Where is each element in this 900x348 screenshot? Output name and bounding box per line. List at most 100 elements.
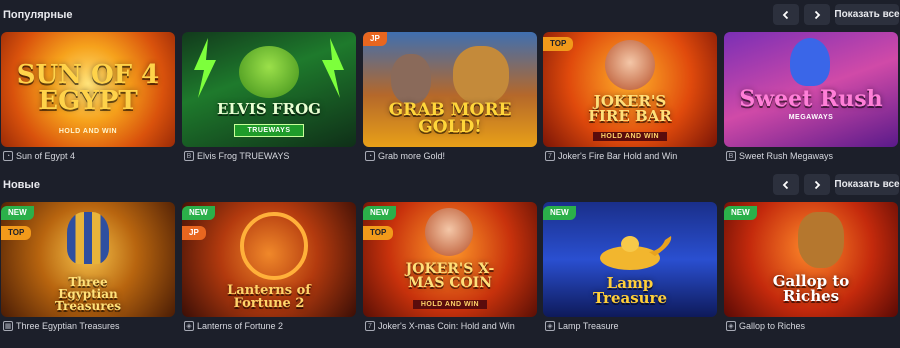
game-title: Three Egyptian Treasures (16, 321, 120, 331)
magic-lamp-icon (600, 236, 672, 270)
donkey-character (391, 54, 431, 104)
top-badge: TOP (363, 226, 394, 240)
game-card[interactable]: NEW JP Lanterns of Fortune 2 ◈ Lanterns o… (182, 202, 356, 335)
new-badge: NEW (363, 206, 396, 220)
chevron-left-icon (782, 10, 789, 19)
thumbnail-title: Three Egyptian Treasures (55, 275, 121, 313)
thumbnail-title: Sweet Rush (739, 86, 883, 112)
game-card[interactable]: Sweet Rush MEGAWAYS B Sweet Rush Megaways (724, 32, 898, 165)
thumbnail-title: Gallop to Riches (772, 272, 850, 305)
provider-icon: ▦ (3, 321, 13, 331)
game-title: Grab more Gold! (378, 151, 446, 161)
thumbnail-title: SUN OF 4 EGYPT (16, 60, 160, 116)
thumbnail-subtitle: HOLD AND WIN (413, 300, 487, 309)
game-title: Lanterns of Fortune 2 (197, 321, 284, 331)
game-thumbnail[interactable]: Three Egyptian Treasures ELVIS FROG TRUE… (182, 32, 356, 147)
game-caption[interactable]: ◈ Gallop to Riches (726, 321, 805, 331)
game-caption[interactable]: ◈ Lamp Treasure (545, 321, 619, 331)
joker-character (425, 208, 473, 256)
chevron-right-icon (814, 180, 821, 189)
game-thumbnail[interactable]: Sweet Rush MEGAWAYS (724, 32, 898, 147)
next-button[interactable] (804, 174, 830, 195)
top-badge: TOP (1, 226, 32, 240)
new-section: Новые Показать все NEW TOP Three Egyptia… (0, 170, 900, 348)
dragon-ornament (240, 212, 308, 280)
game-thumbnail[interactable]: NEW JP Lanterns of Fortune 2 (182, 202, 356, 317)
provider-icon: 7 (545, 151, 555, 161)
game-caption[interactable]: 7 Joker's X-mas Coin: Hold and Win (365, 321, 515, 331)
game-caption[interactable]: ◔ Grab more Gold! (365, 151, 445, 161)
lightning-icon (322, 38, 344, 98)
game-thumbnail[interactable]: NEW Gallop to Riches (724, 202, 898, 317)
provider-icon: 7 (365, 321, 375, 331)
game-thumbnail[interactable]: NEW Lamp Treasure (543, 202, 717, 317)
show-all-button[interactable]: Показать все (834, 4, 900, 25)
top-badge: TOP (543, 37, 574, 51)
new-badge: NEW (543, 206, 576, 220)
game-title: Joker's X-mas Coin: Hold and Win (378, 321, 515, 331)
game-caption[interactable]: B Sweet Rush Megaways (726, 151, 833, 161)
game-caption[interactable]: B Elvis Frog TRUEWAYS (184, 151, 289, 161)
thumbnail-title: Lamp Treasure (592, 274, 668, 307)
game-title: Sweet Rush Megaways (739, 151, 834, 161)
joker-character (605, 40, 655, 90)
thumbnail-title: JOKER'S FIRE BAR (588, 92, 672, 125)
game-card[interactable]: NEW Lamp Treasure ◈ Lamp Treasure (543, 202, 717, 335)
game-caption[interactable]: 7 Joker's Fire Bar Hold and Win (545, 151, 677, 161)
jackpot-badge: JP (363, 32, 387, 46)
section-title: Популярные (3, 9, 73, 21)
provider-icon: ◔ (3, 151, 13, 161)
popular-section: Популярные Показать все SUN OF 4 EGYPT H… (0, 0, 900, 170)
game-caption[interactable]: ▦ Three Egyptian Treasures (3, 321, 120, 331)
game-card[interactable]: Three Egyptian Treasures ELVIS FROG TRUE… (182, 32, 356, 165)
provider-icon: ◔ (365, 151, 375, 161)
game-card[interactable]: JP GRAB MORE GOLD! ◔ Grab more Gold! (363, 32, 537, 165)
lightning-icon (194, 38, 216, 98)
game-thumbnail[interactable]: NEW TOP Three Egyptian Treasures (1, 202, 175, 317)
game-card[interactable]: NEW TOP Three Egyptian Treasures ▦ Three … (1, 202, 175, 335)
game-card[interactable]: SUN OF 4 EGYPT HOLD AND WIN ◔ Sun of Egyp… (1, 32, 175, 165)
game-card[interactable]: TOP JOKER'S FIRE BAR HOLD AND WIN 7 Joker… (543, 32, 717, 165)
next-button[interactable] (804, 4, 830, 25)
game-title: Elvis Frog TRUEWAYS (197, 151, 290, 161)
game-thumbnail[interactable]: JP GRAB MORE GOLD! (363, 32, 537, 147)
provider-icon: B (726, 151, 736, 161)
game-thumbnail[interactable]: SUN OF 4 EGYPT HOLD AND WIN (1, 32, 175, 147)
thumbnail-title: Lanterns of Fortune 2 (227, 283, 311, 311)
horse-character (798, 212, 844, 268)
thumbnail-subtitle: TRUEWAYS (234, 124, 304, 137)
section-title: Новые (3, 179, 40, 191)
pharaoh-character (67, 212, 109, 264)
game-thumbnail[interactable]: NEW TOP JOKER'S X-MAS COIN HOLD AND WIN (363, 202, 537, 317)
chevron-left-icon (782, 180, 789, 189)
thumbnail-subtitle: HOLD AND WIN (58, 128, 118, 135)
prev-button[interactable] (773, 4, 799, 25)
provider-icon: ◈ (184, 321, 194, 331)
provider-icon: ◈ (726, 321, 736, 331)
game-card[interactable]: NEW TOP JOKER'S X-MAS COIN HOLD AND WIN … (363, 202, 537, 335)
game-thumbnail[interactable]: TOP JOKER'S FIRE BAR HOLD AND WIN (543, 32, 717, 147)
thumbnail-subtitle: HOLD AND WIN (593, 132, 667, 141)
provider-icon: B (184, 151, 194, 161)
new-badge: NEW (182, 206, 215, 220)
provider-icon: ◈ (545, 321, 555, 331)
prev-button[interactable] (773, 174, 799, 195)
jackpot-badge: JP (182, 226, 206, 240)
genie-character (790, 38, 830, 86)
game-title: Joker's Fire Bar Hold and Win (558, 151, 678, 161)
show-all-button[interactable]: Показать все (834, 174, 900, 195)
miner-character (453, 46, 509, 104)
new-badge: NEW (1, 206, 34, 220)
game-card[interactable]: NEW Gallop to Riches ◈ Gallop to Riches (724, 202, 898, 335)
thumbnail-subtitle: MEGAWAYS (788, 114, 834, 121)
game-title: Gallop to Riches (739, 321, 806, 331)
chevron-right-icon (814, 10, 821, 19)
thumbnail-title: JOKER'S X-MAS COIN (405, 261, 495, 291)
game-caption[interactable]: ◔ Sun of Egypt 4 (3, 151, 75, 161)
game-title: Sun of Egypt 4 (16, 151, 76, 161)
thumbnail-title: ELVIS FROG (217, 100, 321, 118)
thumbnail-title: GRAB MORE GOLD! (388, 100, 512, 137)
game-title: Lamp Treasure (558, 321, 619, 331)
new-badge: NEW (724, 206, 757, 220)
game-caption[interactable]: ◈ Lanterns of Fortune 2 (184, 321, 283, 331)
